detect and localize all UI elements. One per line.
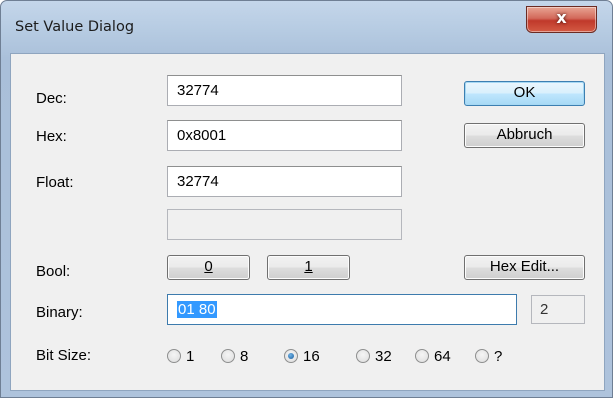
radio-bit-auto[interactable]: ? bbox=[475, 346, 502, 366]
dialog-client-area: Dec: 32774 Hex: 0x8001 Float: 32774 Bool… bbox=[10, 53, 605, 391]
radio-bit-32[interactable]: 32 bbox=[356, 346, 392, 366]
bit-size-label: Bit Size: bbox=[36, 347, 92, 364]
cancel-button[interactable]: Abbruch bbox=[464, 123, 585, 148]
binary-byte-count: 2 bbox=[531, 295, 585, 324]
radio-label-8: 8 bbox=[240, 347, 249, 365]
bool-false-label: 0 bbox=[204, 258, 213, 275]
binary-value-selection: 01 80 bbox=[177, 301, 217, 318]
radio-circle-16 bbox=[284, 349, 298, 363]
binary-label: Binary: bbox=[36, 304, 83, 321]
extra-field bbox=[167, 209, 402, 240]
binary-field[interactable]: 01 80 bbox=[167, 294, 517, 325]
title-bar[interactable]: Set Value Dialog x bbox=[1, 1, 612, 53]
window-title: Set Value Dialog bbox=[15, 19, 135, 35]
float-label: Float: bbox=[36, 174, 74, 191]
dec-field[interactable]: 32774 bbox=[167, 75, 402, 106]
bool-true-button[interactable]: 1 bbox=[267, 255, 350, 280]
radio-circle-32 bbox=[356, 349, 370, 363]
radio-label-1: 1 bbox=[186, 347, 195, 365]
radio-bit-8[interactable]: 8 bbox=[221, 346, 248, 366]
radio-label-16: 16 bbox=[303, 347, 320, 365]
radio-label-auto: ? bbox=[494, 347, 503, 365]
float-field[interactable]: 32774 bbox=[167, 166, 402, 197]
ok-button[interactable]: OK bbox=[464, 81, 585, 106]
hex-field[interactable]: 0x8001 bbox=[167, 120, 402, 151]
radio-circle-auto bbox=[475, 349, 489, 363]
radio-label-32: 32 bbox=[375, 347, 392, 365]
hex-edit-button[interactable]: Hex Edit... bbox=[464, 255, 585, 280]
bool-true-label: 1 bbox=[304, 258, 313, 275]
dialog-window: Set Value Dialog x Dec: 32774 Hex: 0x800… bbox=[0, 0, 613, 398]
radio-bit-1[interactable]: 1 bbox=[167, 346, 194, 366]
radio-circle-8 bbox=[221, 349, 235, 363]
close-button[interactable]: x bbox=[526, 6, 597, 33]
hex-label: Hex: bbox=[36, 128, 67, 145]
radio-bit-64[interactable]: 64 bbox=[415, 346, 451, 366]
dec-label: Dec: bbox=[36, 90, 67, 107]
bool-label: Bool: bbox=[36, 263, 71, 280]
close-icon: x bbox=[556, 8, 567, 27]
radio-bit-16[interactable]: 16 bbox=[284, 346, 320, 366]
radio-label-64: 64 bbox=[434, 347, 451, 365]
bool-false-button[interactable]: 0 bbox=[167, 255, 250, 280]
radio-circle-1 bbox=[167, 349, 181, 363]
radio-circle-64 bbox=[415, 349, 429, 363]
